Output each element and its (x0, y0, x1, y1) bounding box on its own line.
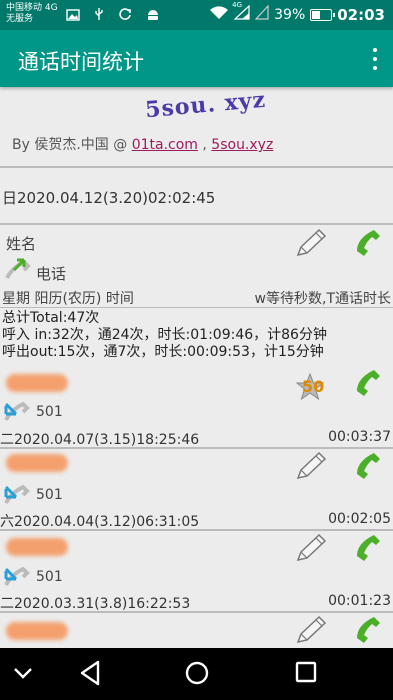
contact-name-redacted (2, 452, 72, 474)
legend-date-format: 星期 阳历(农历) 时间 (2, 291, 134, 307)
byline-separator: , (197, 137, 212, 153)
contact-name-redacted (2, 620, 72, 642)
legend-time-format: w等待秒数,T通话时长 (254, 291, 391, 307)
status-bar: 中国移动 4G 无服务 4G 39% 02:03 (0, 0, 393, 30)
call-duration: 00:02:05 (328, 511, 391, 527)
divider (0, 529, 393, 531)
call-number: 501 (36, 487, 63, 503)
byline: By 侯贺杰.中国 @ 01ta.com , 5sou.xyz (12, 134, 273, 154)
call-number: 501 (36, 569, 63, 585)
battery-icon (310, 8, 336, 21)
pencil-icon[interactable] (294, 533, 328, 563)
divider (0, 447, 393, 449)
name-column-label: 姓名 (6, 235, 37, 253)
incoming-call-icon (4, 401, 30, 421)
android-icon (146, 6, 160, 25)
divider (0, 307, 393, 308)
status-indicators: 4G 39% 02:03 (209, 1, 385, 24)
overflow-menu-icon[interactable] (371, 48, 379, 70)
phone-icon[interactable] (352, 533, 382, 563)
carrier-name: 中国移动 4G (6, 3, 58, 13)
call-datetime: 六2020.04.04(3.12)06:31:05 (0, 514, 200, 530)
home-icon[interactable] (184, 660, 210, 686)
divider (0, 611, 393, 613)
collapse-chevron-icon[interactable] (12, 665, 34, 681)
call-datetime: 二2020.04.07(3.15)18:25:46 (0, 432, 200, 448)
divider (0, 223, 393, 225)
phone-icon[interactable] (352, 615, 382, 645)
battery-percent: 39% (274, 6, 306, 23)
call-datetime: 二2020.03.31(3.8)16:22:53 (0, 596, 191, 612)
call-direction-icon (5, 258, 31, 279)
summary-outgoing: 呼出out:15次，通7次，时长:00:09:53，计15分钟 (2, 344, 324, 360)
notification-icons (66, 6, 160, 25)
wifi-icon (209, 5, 229, 24)
pencil-icon[interactable] (294, 615, 328, 645)
link-01ta[interactable]: 01ta.com (132, 137, 198, 153)
badge-count: 50 (302, 377, 325, 396)
link-5sou[interactable]: 5sou.xyz (211, 137, 273, 153)
sync-icon (118, 6, 132, 25)
carrier-info: 中国移动 4G 无服务 (6, 3, 58, 25)
phone-icon[interactable] (352, 451, 382, 481)
incoming-call-icon (4, 566, 30, 586)
pencil-icon[interactable] (294, 451, 328, 481)
phone-column-label: 电话 (36, 265, 67, 283)
network-type: 4G (232, 1, 243, 9)
clock: 02:03 (337, 5, 385, 24)
call-summary: 总计Total:47次 呼入 in:32次，通24次，时长:01:09:46，计… (2, 310, 327, 361)
call-number: 501 (36, 404, 63, 420)
pencil-icon (296, 228, 327, 257)
image-icon (66, 6, 80, 25)
phone-icon[interactable] (352, 368, 382, 398)
recent-apps-icon[interactable] (294, 660, 318, 684)
site-logo: 5sou. xyz (144, 86, 267, 124)
summary-total: 总计Total:47次 (2, 310, 100, 326)
app-title: 通话时间统计 (18, 50, 144, 74)
phone-icon (357, 230, 380, 256)
contact-name-redacted (2, 536, 72, 558)
no-signal-icon (254, 4, 269, 24)
divider (0, 166, 393, 168)
usb-icon (94, 6, 104, 25)
current-datetime: 日2020.04.12(3.20)02:02:45 (2, 189, 216, 207)
contact-name-redacted (2, 372, 72, 394)
byline-prefix: By 侯贺杰.中国 @ (12, 137, 132, 153)
signal-icon: 4G (232, 1, 250, 24)
call-duration: 00:03:37 (328, 429, 391, 445)
call-duration: 00:01:23 (328, 593, 391, 609)
incoming-call-icon (4, 484, 30, 504)
app-bar: 通话时间统计 (0, 30, 393, 87)
back-icon[interactable] (78, 660, 102, 686)
carrier-service: 无服务 (6, 14, 34, 24)
summary-incoming: 呼入 in:32次，通24次，时长:01:09:46，计86分钟 (2, 327, 327, 343)
system-nav-bar (0, 648, 393, 700)
